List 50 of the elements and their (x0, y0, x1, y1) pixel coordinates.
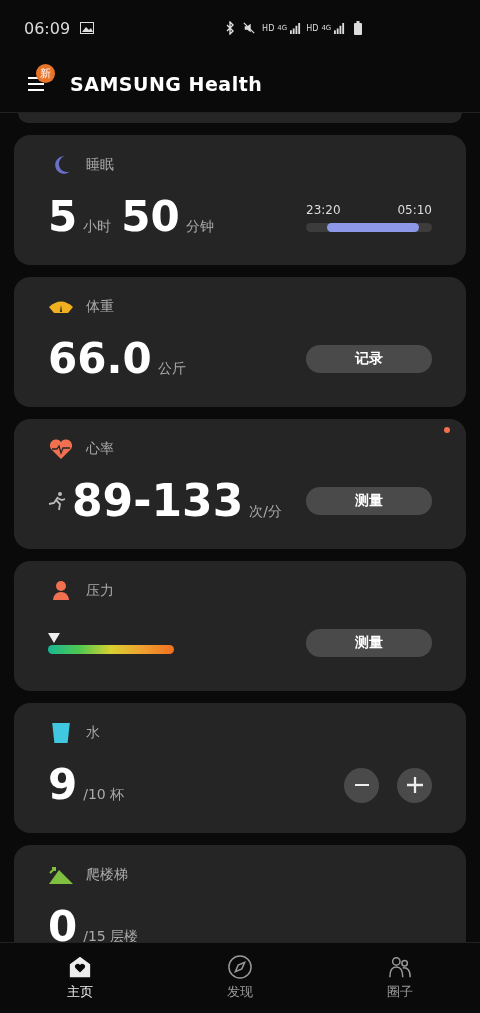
status-time: 06:09 (24, 18, 71, 38)
minus-button[interactable] (344, 767, 379, 803)
nav-tab[interactable]: 发现 (160, 943, 320, 1013)
minutes-unit: 分钟 (185, 218, 214, 236)
card-title: 爬楼梯 (86, 866, 128, 884)
minutes-value: 50 (121, 196, 180, 238)
mountain-icon (48, 864, 74, 886)
value-text: 0 (48, 906, 78, 942)
heart-icon (48, 438, 74, 460)
unit-text: 公斤 (157, 360, 186, 378)
tracker-card[interactable]: 心率 89-133 次/分 测量 (14, 419, 466, 549)
minus-icon (353, 784, 370, 786)
runner-icon (48, 491, 66, 511)
start-time: 23:20 (306, 202, 341, 217)
people-icon (388, 955, 412, 979)
measure-button[interactable]: 测量 (306, 629, 432, 657)
value-text: 89-133 (72, 479, 244, 523)
new-badge: 新 (36, 64, 55, 83)
compass-icon (228, 955, 252, 979)
end-time: 05:10 (397, 202, 432, 217)
image-icon (80, 22, 95, 34)
tracker-card[interactable]: 睡眠 5 小时 50 分钟 23:20 05:10 (14, 135, 466, 265)
home-icon (68, 955, 92, 979)
tracker-card[interactable]: 体重 66.0 公斤 记录 (14, 277, 466, 407)
mute-icon (243, 21, 256, 35)
record-button[interactable]: 记录 (306, 345, 432, 373)
plus-button[interactable] (397, 767, 432, 803)
card-title: 体重 (86, 298, 114, 316)
measure-button[interactable]: 测量 (306, 487, 432, 515)
nav-tab[interactable]: 圈子 (320, 943, 480, 1013)
tracker-card[interactable]: 水 9/10 杯 (14, 703, 466, 833)
nav-tab[interactable]: 主页 (0, 943, 160, 1013)
value-text: 66.0 (48, 338, 152, 380)
card-title: 睡眠 (86, 156, 114, 174)
signal-icon (334, 22, 346, 34)
hours-value: 5 (48, 196, 78, 238)
unit-text: 次/分 (249, 503, 283, 521)
unit-text: /10 杯 (83, 786, 125, 804)
battery-icon (354, 21, 363, 35)
value-text: 9 (48, 764, 78, 806)
app-title: SAMSUNG Health (70, 73, 263, 95)
card-title: 心率 (86, 440, 114, 458)
signal-icon (290, 22, 302, 34)
tracker-card[interactable]: 压力 测量 (14, 561, 466, 691)
card-title: 压力 (86, 582, 114, 600)
hd-label: HD (262, 23, 275, 33)
hd-label: HD (306, 23, 319, 33)
plus-icon (406, 777, 423, 793)
card-title: 水 (86, 724, 100, 742)
hours-unit: 小时 (83, 218, 112, 236)
